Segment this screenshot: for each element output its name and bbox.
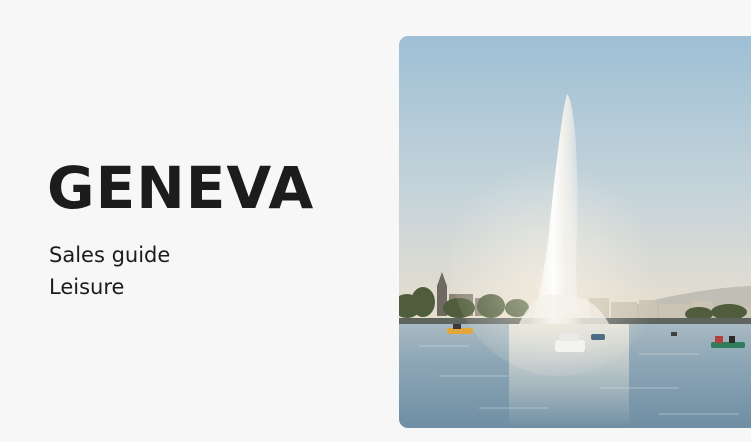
guide-category: Leisure xyxy=(49,275,125,299)
city-title: GENEVA xyxy=(47,154,315,222)
guide-subtitle: Sales guide xyxy=(49,243,171,267)
geneva-photo xyxy=(399,36,751,428)
cover-page: GENEVA Sales guide Leisure xyxy=(0,0,751,442)
fountain-lake-illustration xyxy=(399,36,751,428)
